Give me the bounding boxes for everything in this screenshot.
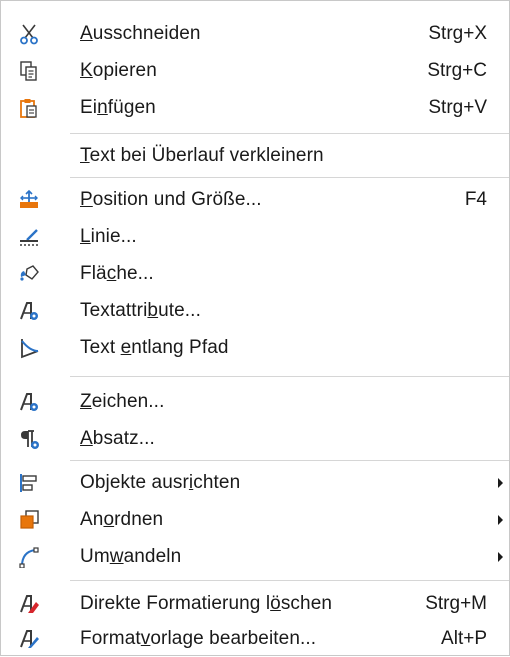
menu-item-label: Position und Größe...	[80, 189, 262, 210]
menu-item-label: Formatvorlage bearbeiten...	[80, 628, 317, 649]
scissors-icon	[17, 22, 41, 46]
context-menu: Ausschneiden Strg+X Kopieren Strg+C Einf…	[0, 0, 510, 656]
text-attributes-icon	[17, 299, 41, 323]
arrange-icon	[17, 508, 41, 532]
menu-item-clear-direct-formatting[interactable]: Direkte Formatierung löschen Strg+M	[1, 586, 509, 622]
submenu-arrow-icon	[498, 552, 503, 562]
menu-separator	[70, 460, 509, 461]
menu-item-area[interactable]: Fläche...	[1, 256, 509, 292]
menu-item-label: Textattribute...	[80, 300, 201, 321]
copy-icon	[17, 59, 41, 83]
submenu-arrow-icon	[498, 478, 503, 488]
menu-item-label: Zeichen...	[80, 391, 165, 412]
text-on-path-icon	[17, 336, 41, 360]
menu-item-shrink-text-on-overflow[interactable]: Text bei Überlauf verkleinern	[1, 138, 509, 174]
clear-formatting-icon	[17, 592, 41, 616]
menu-item-shortcut: Alt+P	[441, 628, 487, 649]
menu-separator	[70, 376, 509, 377]
menu-item-text-along-path[interactable]: Text entlang Pfad	[1, 330, 509, 366]
menu-item-label: Direkte Formatierung löschen	[80, 593, 333, 614]
menu-item-label: Objekte ausrichten	[80, 472, 241, 493]
area-fill-icon	[17, 262, 41, 286]
menu-item-label: Anordnen	[80, 509, 164, 530]
menu-item-label: Ausschneiden	[80, 23, 201, 44]
position-size-icon	[17, 188, 41, 212]
menu-item-position-and-size[interactable]: Position und Größe... F4	[1, 182, 509, 218]
menu-separator	[70, 133, 509, 134]
menu-item-cut[interactable]: Ausschneiden Strg+X	[1, 16, 509, 52]
line-icon	[17, 225, 41, 249]
menu-item-edit-style[interactable]: Formatvorlage bearbeiten... Alt+P	[1, 621, 509, 657]
menu-item-shortcut: Strg+M	[425, 593, 487, 614]
paragraph-icon	[17, 427, 41, 451]
menu-item-label: Text entlang Pfad	[80, 337, 229, 358]
menu-item-character[interactable]: Zeichen...	[1, 384, 509, 420]
character-icon	[17, 390, 41, 414]
menu-item-line[interactable]: Linie...	[1, 219, 509, 255]
menu-item-align-objects[interactable]: Objekte ausrichten	[1, 465, 509, 501]
menu-item-convert[interactable]: Umwandeln	[1, 539, 509, 575]
menu-item-label: Linie...	[80, 226, 137, 247]
menu-item-arrange[interactable]: Anordnen	[1, 502, 509, 538]
menu-item-shortcut: Strg+C	[427, 60, 487, 81]
menu-item-label: Umwandeln	[80, 546, 182, 567]
convert-icon	[17, 545, 41, 569]
menu-item-paste[interactable]: Einfügen Strg+V	[1, 90, 509, 126]
menu-item-label: Absatz...	[80, 428, 155, 449]
align-objects-icon	[17, 471, 41, 495]
menu-separator	[70, 580, 509, 581]
menu-item-shortcut: Strg+V	[428, 97, 487, 118]
menu-item-shortcut: Strg+X	[428, 23, 487, 44]
submenu-arrow-icon	[498, 515, 503, 525]
menu-item-shortcut: F4	[464, 189, 487, 210]
menu-item-label: Fläche...	[80, 263, 154, 284]
menu-item-label: Text bei Überlauf verkleinern	[80, 145, 324, 166]
paste-icon	[17, 96, 41, 120]
menu-item-paragraph[interactable]: Absatz...	[1, 421, 509, 457]
menu-item-text-attributes[interactable]: Textattribute...	[1, 293, 509, 329]
menu-item-label: Einfügen	[80, 97, 156, 118]
menu-separator	[70, 177, 509, 178]
edit-style-icon	[17, 627, 41, 651]
menu-item-label: Kopieren	[80, 60, 157, 81]
menu-item-copy[interactable]: Kopieren Strg+C	[1, 53, 509, 89]
